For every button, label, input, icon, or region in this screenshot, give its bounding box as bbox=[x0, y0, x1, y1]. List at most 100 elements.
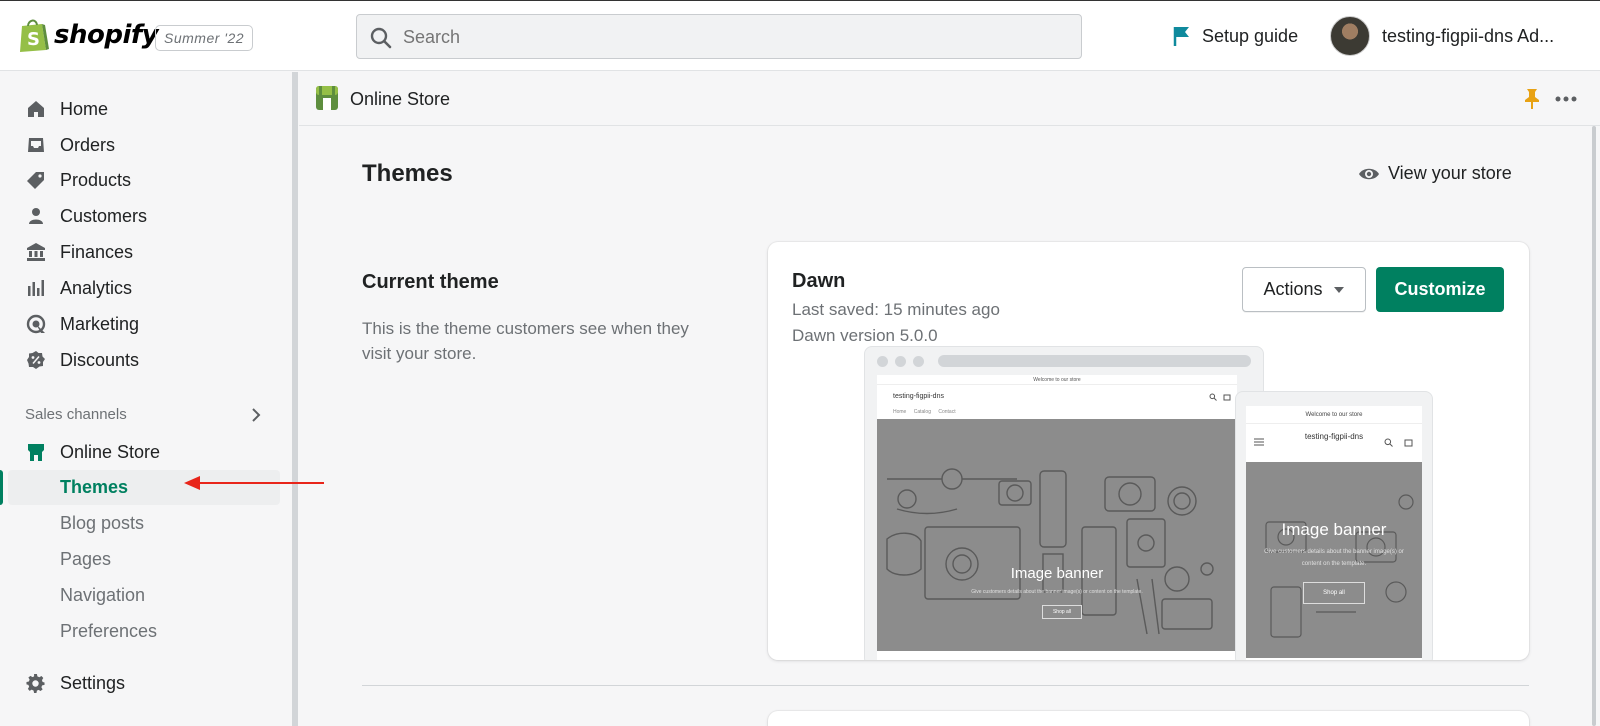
avatar bbox=[1330, 16, 1370, 56]
actions-label: Actions bbox=[1263, 279, 1323, 299]
sidebar-item-finances[interactable]: Finances bbox=[26, 236, 133, 268]
sidebar-item-online-store[interactable]: Online Store bbox=[26, 436, 160, 468]
channel-title: Online Store bbox=[350, 89, 451, 109]
sidebar-item-label: Settings bbox=[60, 672, 126, 693]
person-icon bbox=[29, 208, 43, 224]
target-icon bbox=[26, 314, 46, 334]
sidebar-item-label: Finances bbox=[60, 241, 134, 262]
url-bar bbox=[938, 355, 1251, 367]
preview-banner-subtitle: Give customers details about the banner … bbox=[971, 589, 1143, 595]
view-store-button[interactable]: View your store bbox=[1358, 163, 1512, 184]
sidebar-item-orders[interactable]: Orders bbox=[26, 129, 115, 161]
theme-last-saved: Last saved: 15 minutes ago bbox=[792, 300, 1000, 319]
svg-text:S: S bbox=[27, 29, 40, 50]
online-store-app-icon bbox=[316, 86, 338, 110]
preview-nav-item: Catalog bbox=[913, 409, 931, 415]
pin-icon[interactable] bbox=[1523, 88, 1541, 110]
mobile-banner-subtitle: Give customers details about the banner … bbox=[1264, 549, 1404, 567]
active-item-indicator bbox=[0, 470, 3, 505]
shopify-wordmark: shopify bbox=[54, 20, 159, 50]
preview-cart-icon bbox=[1223, 394, 1231, 401]
mobile-search-icon bbox=[1384, 438, 1393, 447]
mobile-cart-icon bbox=[1404, 439, 1413, 447]
announcement-bar: Welcome to our store bbox=[877, 375, 1237, 385]
sidebar-item-label: Marketing bbox=[60, 313, 140, 334]
channel-header: Online Store bbox=[299, 72, 1600, 126]
edition-badge[interactable]: Summer '22 bbox=[155, 25, 254, 51]
sidebar-item-label: Orders bbox=[60, 134, 116, 155]
sidebar-subitem-navigation[interactable]: Navigation bbox=[60, 579, 145, 611]
caret-down-icon bbox=[1333, 286, 1344, 293]
section-divider bbox=[362, 685, 1529, 686]
mobile-preview[interactable]: Welcome to our store testing-figpii-dns … bbox=[1235, 391, 1433, 660]
search-icon bbox=[370, 27, 392, 49]
shopify-logo[interactable]: S shopify bbox=[18, 17, 159, 53]
theme-version: Dawn version 5.0.0 bbox=[792, 326, 938, 345]
flag-icon bbox=[1173, 27, 1189, 46]
sidebar-item-discounts[interactable]: Discounts bbox=[26, 344, 139, 376]
sidebar-item-customers[interactable]: Customers bbox=[26, 200, 147, 232]
sidebar-subitem-blog-posts[interactable]: Blog posts bbox=[60, 507, 144, 539]
account-menu[interactable]: testing-figpii-dns Ad... bbox=[1330, 16, 1554, 56]
discount-icon bbox=[27, 351, 45, 369]
sidebar-item-label: Discounts bbox=[60, 349, 140, 370]
preview-store-name: testing-figpii-dns bbox=[893, 393, 944, 400]
sales-channels-heading: Sales channels bbox=[25, 406, 127, 423]
bank-icon bbox=[27, 243, 45, 261]
sidebar-item-label: Home bbox=[60, 98, 109, 119]
mobile-page: Welcome to our store testing-figpii-dns … bbox=[1246, 406, 1422, 660]
account-name: testing-figpii-dns Ad... bbox=[1382, 25, 1555, 46]
chevron-right-icon[interactable] bbox=[248, 407, 264, 423]
theme-library-card bbox=[768, 711, 1529, 726]
page-title: Themes bbox=[362, 160, 453, 187]
preview-search-icon bbox=[1209, 393, 1217, 401]
main-scrollbar[interactable] bbox=[1592, 126, 1596, 726]
setup-guide-button[interactable]: Setup guide bbox=[1172, 25, 1298, 47]
mobile-banner-title: Image banner bbox=[1281, 520, 1387, 539]
theme-name: Dawn bbox=[792, 270, 846, 292]
mobile-announcement-bar: Welcome to our store bbox=[1246, 406, 1422, 424]
desktop-page: Welcome to our store testing-figpii-dns … bbox=[877, 375, 1237, 660]
mobile-store-name: testing-figpii-dns bbox=[1304, 432, 1364, 441]
home-icon bbox=[28, 101, 44, 117]
sidebar-subitem-pages[interactable]: Pages bbox=[60, 543, 111, 575]
search-input[interactable] bbox=[403, 27, 1003, 48]
tag-icon bbox=[27, 172, 44, 189]
sidebar-subitem-preferences[interactable]: Preferences bbox=[60, 615, 157, 647]
sidebar-subitem-themes[interactable]: Themes bbox=[60, 471, 128, 503]
mobile-image-banner: Image banner Give customers details abou… bbox=[1246, 462, 1422, 658]
current-theme-description: This is the theme customers see when the… bbox=[362, 319, 689, 363]
sidebar-item-label: Customers bbox=[60, 205, 148, 226]
window-dot bbox=[895, 356, 906, 367]
preview-banner-title: Image banner bbox=[1010, 565, 1104, 582]
preview-nav-item: Contact bbox=[938, 409, 956, 415]
window-dot bbox=[913, 356, 924, 367]
bar-chart-icon bbox=[28, 280, 44, 296]
annotation-arrow-icon bbox=[184, 476, 324, 490]
sidebar-item-settings[interactable]: Settings bbox=[26, 667, 125, 699]
sidebar-item-label: Online Store bbox=[60, 441, 161, 462]
sidebar-scrollbar[interactable] bbox=[292, 72, 298, 726]
sidebar-item-products[interactable]: Products bbox=[26, 164, 131, 196]
sidebar-item-home[interactable]: Home bbox=[26, 93, 108, 125]
preview-image-banner: Image banner Give customers details abou… bbox=[877, 419, 1237, 651]
more-horizontal-icon[interactable] bbox=[1555, 96, 1577, 102]
top-bar: S shopify Summer '22 Setup guide testing… bbox=[0, 0, 1600, 71]
store-icon bbox=[28, 444, 44, 461]
setup-guide-label: Setup guide bbox=[1202, 25, 1299, 46]
sidebar-item-marketing[interactable]: Marketing bbox=[26, 308, 139, 340]
gear-icon bbox=[26, 673, 45, 693]
preview-nav: Home Catalog Contact bbox=[893, 409, 956, 415]
sidebar-item-analytics[interactable]: Analytics bbox=[26, 272, 132, 304]
shopify-bag-icon: S bbox=[20, 19, 49, 52]
sidebar-item-label: Analytics bbox=[60, 277, 133, 298]
view-store-label: View your store bbox=[1388, 163, 1512, 183]
actions-button[interactable]: Actions bbox=[1242, 267, 1366, 312]
current-theme-card: Dawn Last saved: 15 minutes ago Dawn ver… bbox=[768, 242, 1529, 660]
search-bar[interactable] bbox=[356, 14, 1082, 59]
hamburger-icon bbox=[1254, 438, 1264, 446]
customize-button[interactable]: Customize bbox=[1376, 267, 1504, 312]
desktop-preview[interactable]: Welcome to our store testing-figpii-dns … bbox=[864, 346, 1264, 660]
window-dot bbox=[877, 356, 888, 367]
eye-icon bbox=[1359, 168, 1379, 179]
